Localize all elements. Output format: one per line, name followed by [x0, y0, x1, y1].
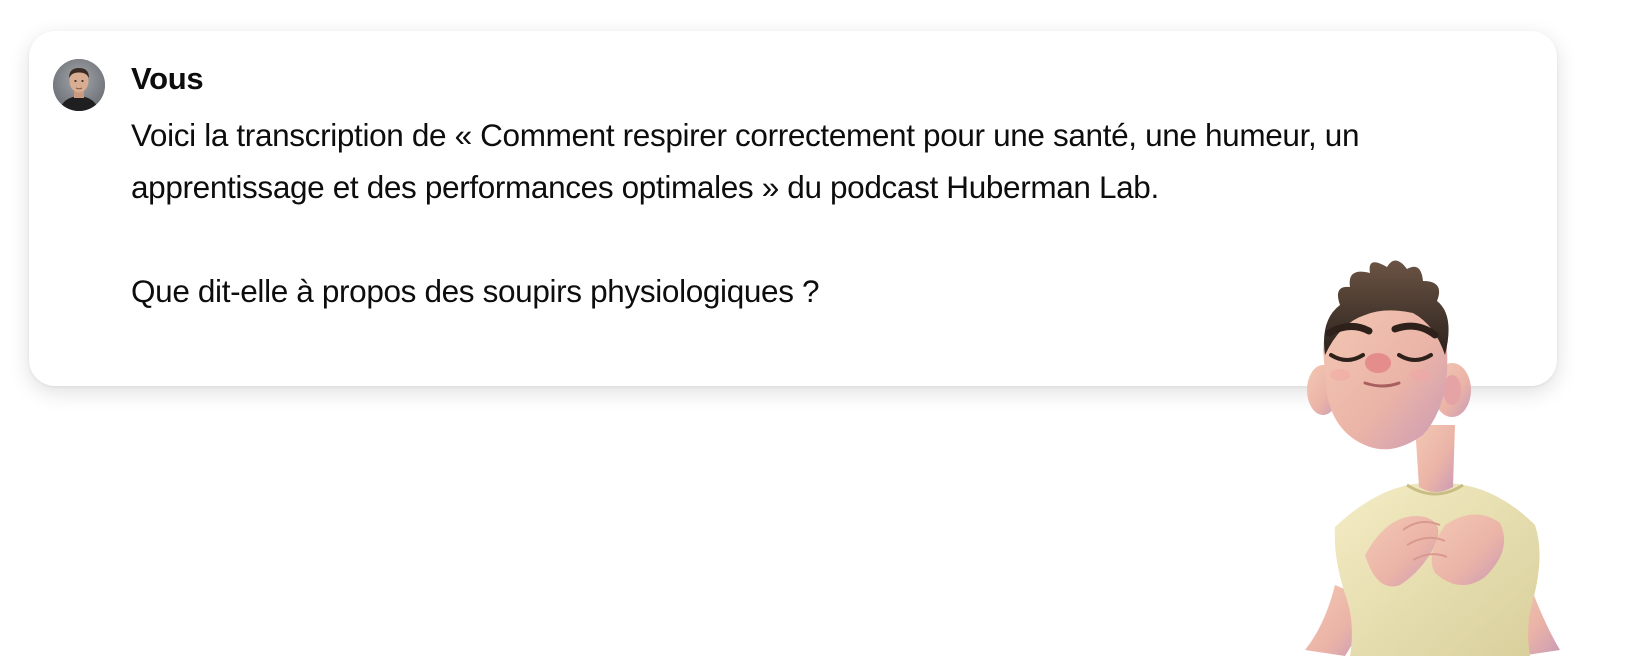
message-author: Vous [131, 61, 204, 96]
message-paragraph: Voici la transcription de « Comment resp… [131, 117, 1360, 205]
user-avatar[interactable] [53, 59, 105, 111]
user-avatar-photo-icon [53, 59, 105, 111]
breathing-cartoon-boy-illustration-icon [1305, 260, 1560, 656]
